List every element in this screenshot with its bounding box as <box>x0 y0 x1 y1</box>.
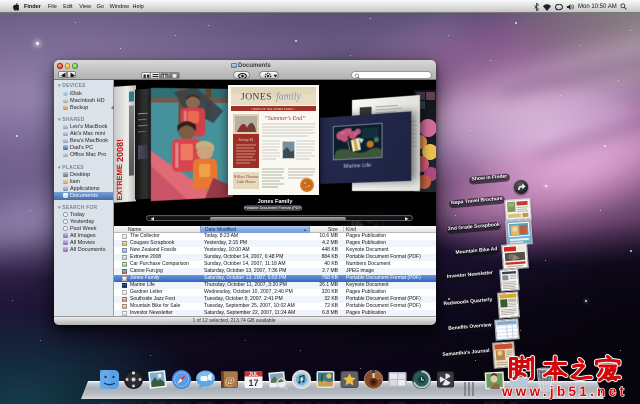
svg-text:17: 17 <box>248 378 258 388</box>
svg-text:@: @ <box>224 375 234 387</box>
svg-text:www.jb51.net: www.jb51.net <box>502 384 626 399</box>
